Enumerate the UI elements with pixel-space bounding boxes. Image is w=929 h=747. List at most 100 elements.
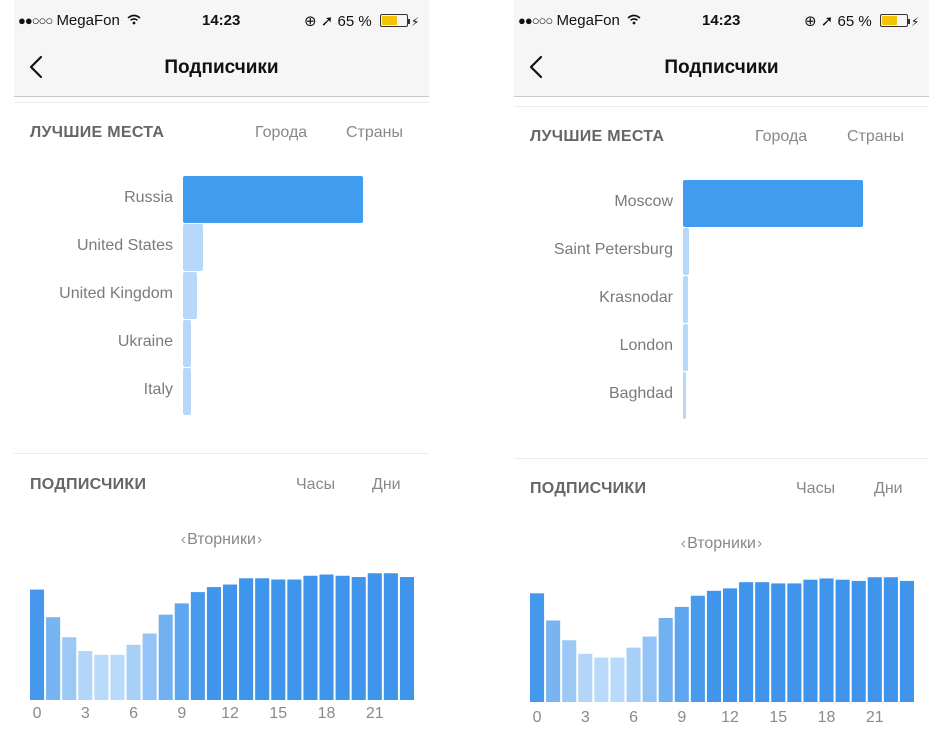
place-bar [183,224,203,271]
hour-bar [690,595,705,702]
place-label: Italy [143,381,173,398]
hour-bar [126,644,141,700]
hour-bar [562,640,577,702]
battery-fill [881,16,898,25]
hour-bar [30,589,45,700]
hour-bar [46,617,61,700]
hour-bar [642,636,657,702]
screen-countries: ●●○○○ MegaFon 14:23 ⊕ ➚ 65 % ⚡ Подписчик… [14,0,429,747]
tab-cities[interactable]: Города [755,128,807,146]
next-day-arrow[interactable]: › [256,531,263,548]
nav-bar: Подписчики [14,40,429,97]
hour-bar [546,620,561,702]
tab-days[interactable]: Дни [874,480,903,498]
place-bar [183,368,192,415]
divider [14,102,429,103]
place-label: London [619,337,673,354]
hour-bar [206,587,221,700]
status-time: 14:23 [702,12,741,29]
place-bar [683,324,688,371]
place-label: Russia [124,189,173,206]
hour-bar [255,578,270,700]
place-label: Saint Petersburg [553,241,673,258]
place-label: United Kingdom [59,285,173,302]
hour-bar [578,653,593,702]
x-tick-label: 21 [365,705,384,722]
hour-bar [674,606,689,702]
hour-bar [190,592,205,700]
hour-bar [335,575,350,700]
hour-bar [223,584,238,700]
x-tick-label: 0 [532,709,542,726]
prev-day-arrow[interactable]: ‹ [680,535,687,552]
tab-cities[interactable]: Города [255,124,307,142]
hour-bar [819,578,834,702]
day-label: Вторники [687,535,756,552]
followers-title: ПОДПИСЧИКИ [30,476,147,493]
x-tick-label: 3 [580,709,590,726]
place-bar [683,228,690,275]
x-tick-label: 18 [817,709,836,726]
hour-bar [239,578,254,700]
tab-hours[interactable]: Часы [296,476,335,494]
prev-day-arrow[interactable]: ‹ [180,531,187,548]
x-tick-label: 3 [80,705,90,722]
place-label: Krasnodar [599,289,673,306]
hour-bar [610,657,625,702]
battery-icon [879,14,908,27]
hour-bar [62,637,77,700]
top-places-title: ЛУЧШИЕ МЕСТА [30,124,165,141]
tab-countries[interactable]: Страны [346,124,403,142]
tab-hours[interactable]: Часы [796,480,835,498]
page-title: Подписчики [664,57,779,78]
followers-title: ПОДПИСЧИКИ [530,480,647,497]
hour-bar [723,588,738,702]
hour-bar [399,577,414,700]
place-bar [683,372,686,419]
wifi-icon [127,12,141,28]
battery-fill [381,16,398,25]
hour-bar [851,580,866,702]
hour-bar [530,593,545,702]
next-day-arrow[interactable]: › [756,535,763,552]
divider [514,458,929,459]
place-label: Ukraine [117,333,173,350]
hour-bar [142,633,157,700]
hour-bar [271,579,286,700]
hourly-followers-chart [30,573,414,700]
place-bar [183,176,363,223]
hour-bar [835,579,850,702]
hour-bar [351,577,366,700]
carrier-name: MegaFon [556,12,620,29]
hour-bar [771,583,786,702]
hour-bar [626,647,641,702]
hour-bar [658,618,673,702]
hour-bar [94,654,109,700]
hour-bar [706,590,721,702]
battery-percent: 65 % [837,13,872,30]
tab-days[interactable]: Дни [372,476,401,494]
x-tick-label: 12 [721,709,739,726]
hour-bar [594,657,609,702]
top-places-title: ЛУЧШИЕ МЕСТА [530,128,665,145]
status-bar: ●●○○○ MegaFon 14:23 ⊕ ➚ 65 % ⚡ [14,0,429,40]
place-bar [183,320,192,367]
hourly-followers-chart [530,577,914,702]
location-lock-icon: ⊕ ➚ [304,13,334,30]
place-label: United States [76,237,173,254]
hour-bar [158,614,173,700]
x-tick-label: 6 [629,709,638,726]
x-tick-label: 12 [221,705,239,722]
screen-cities: ●●○○○ MegaFon 14:23 ⊕ ➚ 65 % ⚡ Подписчик… [514,0,929,747]
battery-percent: 65 % [337,13,372,30]
hour-bar [319,574,334,700]
hour-bar [787,583,802,702]
tab-countries[interactable]: Страны [847,128,904,146]
x-tick-label: 21 [865,709,884,726]
page-title: Подписчики [164,57,279,78]
hour-bar [110,654,125,700]
charging-icon: ⚡ [910,15,920,29]
x-tick-label: 18 [317,705,336,722]
hour-bar [883,577,898,702]
status-time: 14:23 [202,12,241,29]
